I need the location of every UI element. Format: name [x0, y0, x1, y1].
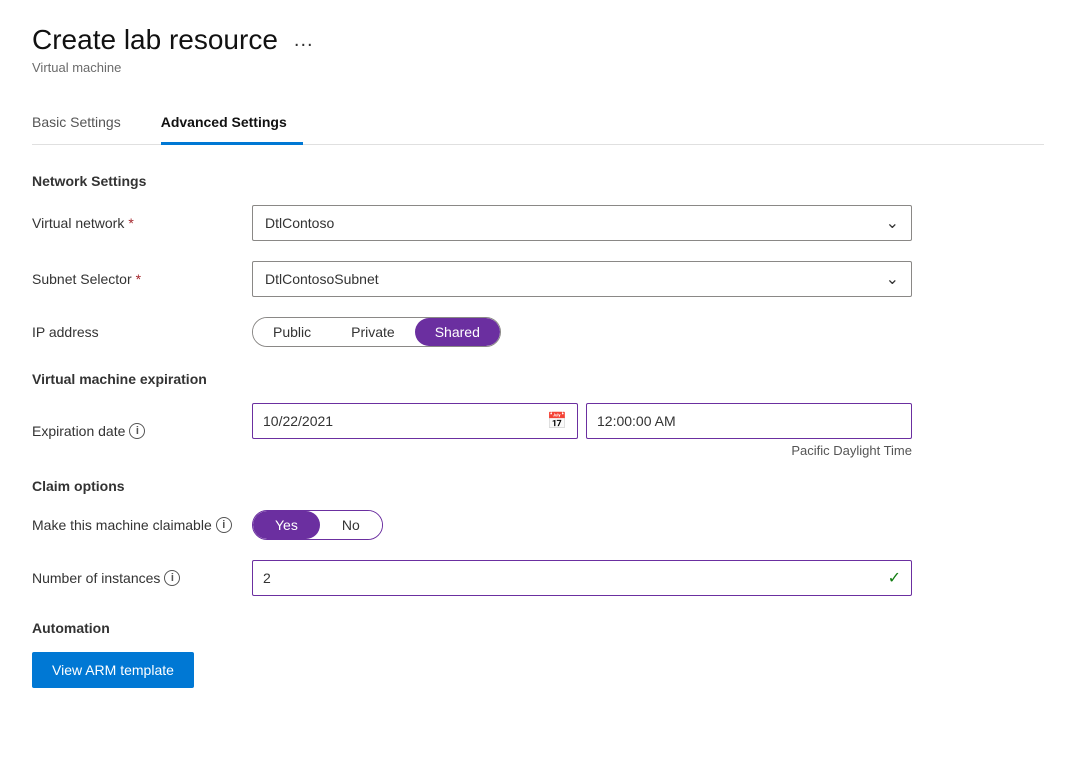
instances-field[interactable]: ✓: [252, 560, 912, 596]
view-arm-template-button[interactable]: View ARM template: [32, 652, 194, 688]
check-icon: ✓: [888, 568, 901, 588]
subnet-chevron-down-icon: ⌄: [886, 269, 899, 289]
instances-row: Number of instances i ✓: [32, 560, 1044, 596]
virtual-network-label: Virtual network *: [32, 215, 252, 231]
more-options-button[interactable]: ...: [288, 27, 320, 54]
automation-section: Automation View ARM template: [32, 620, 1044, 688]
tab-basic-settings[interactable]: Basic Settings: [32, 104, 137, 145]
instances-control: ✓: [252, 560, 1044, 596]
claimable-row: Make this machine claimable i Yes No: [32, 510, 1044, 540]
subnet-selector-row: Subnet Selector * DtlContosoSubnet ⌄: [32, 261, 1044, 297]
subnet-selector-label: Subnet Selector *: [32, 271, 252, 287]
expiration-date-row: Expiration date i 📅 Pacific Daylight Tim…: [32, 403, 1044, 458]
vm-expiration-section: Virtual machine expiration Expiration da…: [32, 371, 1044, 458]
expiration-date-label: Expiration date i: [32, 423, 252, 439]
ip-address-toggle: Public Private Shared: [252, 317, 501, 347]
expiration-date-input[interactable]: [263, 413, 539, 429]
claim-options-section: Claim options Make this machine claimabl…: [32, 478, 1044, 596]
claimable-info-icon[interactable]: i: [216, 517, 232, 533]
calendar-icon[interactable]: 📅: [547, 411, 567, 431]
ip-option-private[interactable]: Private: [331, 318, 415, 346]
tab-advanced-settings[interactable]: Advanced Settings: [161, 104, 303, 145]
network-settings-section: Network Settings Virtual network * DtlCo…: [32, 173, 1044, 347]
ip-option-public[interactable]: Public: [253, 318, 331, 346]
page-title: Create lab resource: [32, 24, 278, 56]
page-header: Create lab resource ... Virtual machine: [32, 24, 1044, 75]
claimable-control: Yes No: [252, 510, 1044, 540]
claimable-no-option[interactable]: No: [320, 511, 382, 539]
required-star: *: [128, 215, 133, 231]
claimable-yes-option[interactable]: Yes: [253, 511, 320, 539]
ip-address-control: Public Private Shared: [252, 317, 1044, 347]
virtual-network-control: DtlContoso ⌄: [252, 205, 1044, 241]
ip-address-row: IP address Public Private Shared: [32, 317, 1044, 347]
instances-input[interactable]: [263, 570, 888, 586]
expiration-info-icon[interactable]: i: [129, 423, 145, 439]
expiration-date-field[interactable]: 📅: [252, 403, 578, 439]
ip-option-shared[interactable]: Shared: [415, 318, 500, 346]
ip-address-label: IP address: [32, 324, 252, 340]
claim-options-title: Claim options: [32, 478, 1044, 494]
tabs-container: Basic Settings Advanced Settings: [32, 103, 1044, 145]
content-area: Network Settings Virtual network * DtlCo…: [32, 173, 1044, 688]
claimable-toggle: Yes No: [252, 510, 383, 540]
virtual-network-dropdown[interactable]: DtlContoso ⌄: [252, 205, 912, 241]
vm-expiration-title: Virtual machine expiration: [32, 371, 1044, 387]
expiration-date-control: 📅 Pacific Daylight Time: [252, 403, 1044, 458]
date-time-row: 📅: [252, 403, 912, 439]
subnet-selector-control: DtlContosoSubnet ⌄: [252, 261, 1044, 297]
page-subtitle: Virtual machine: [32, 60, 1044, 75]
instances-label: Number of instances i: [32, 570, 252, 586]
chevron-down-icon: ⌄: [886, 213, 899, 233]
expiration-time-field[interactable]: [586, 403, 912, 439]
virtual-network-value: DtlContoso: [265, 215, 334, 231]
subnet-required-star: *: [136, 271, 141, 287]
subnet-selector-dropdown[interactable]: DtlContosoSubnet ⌄: [252, 261, 912, 297]
claimable-label: Make this machine claimable i: [32, 517, 252, 533]
subnet-selector-value: DtlContosoSubnet: [265, 271, 379, 287]
instances-info-icon[interactable]: i: [164, 570, 180, 586]
expiration-time-input[interactable]: [597, 413, 901, 429]
automation-title: Automation: [32, 620, 1044, 636]
virtual-network-row: Virtual network * DtlContoso ⌄: [32, 205, 1044, 241]
network-settings-title: Network Settings: [32, 173, 1044, 189]
timezone-text: Pacific Daylight Time: [252, 443, 912, 458]
